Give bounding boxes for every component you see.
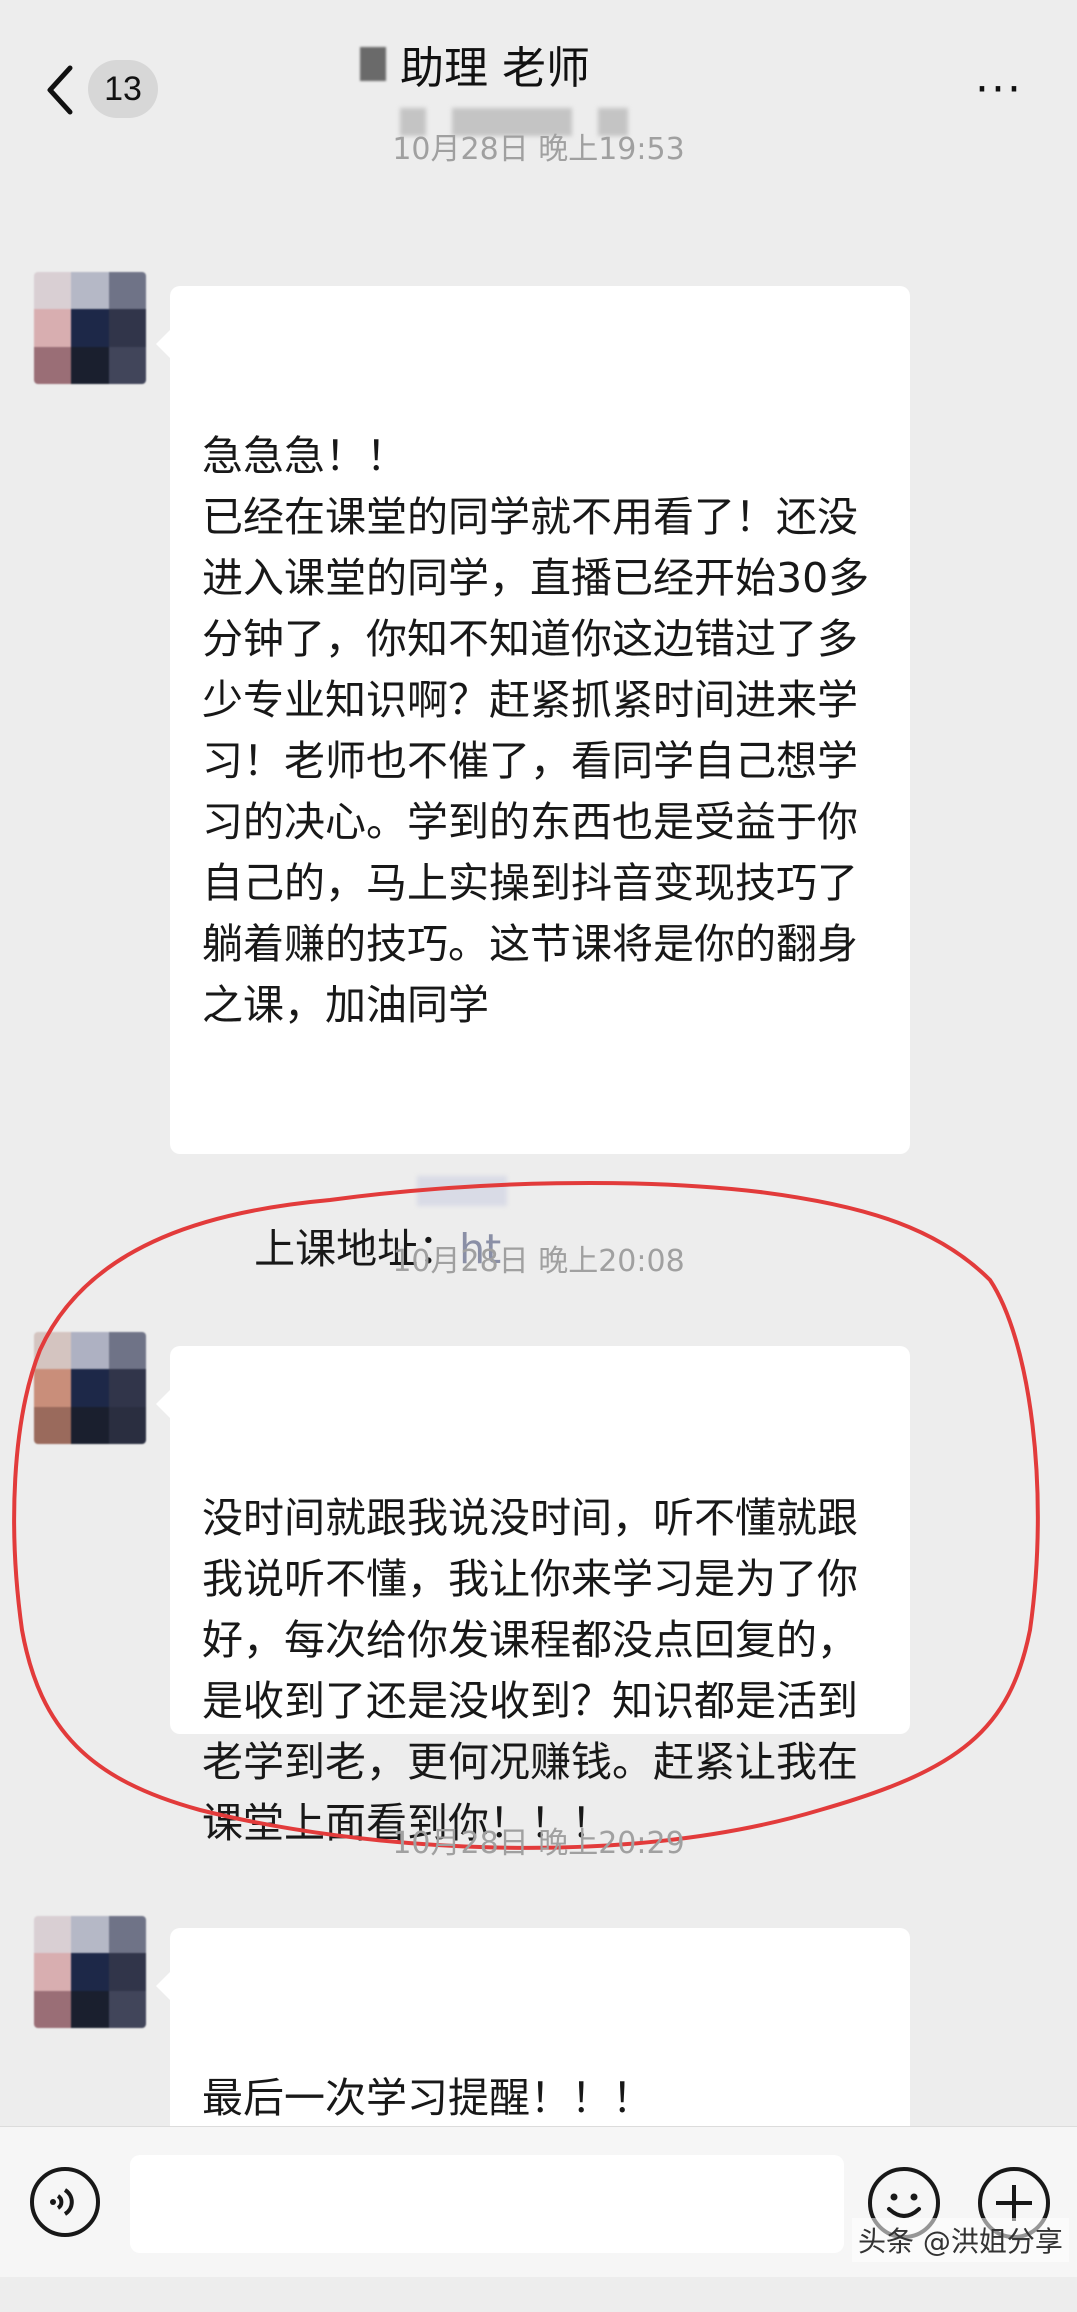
message-timestamp: 10月28日 晚上20:08	[392, 1244, 685, 1279]
title-mosaic	[360, 47, 386, 81]
chat-title: 助理 老师	[360, 34, 760, 94]
back-arrow-icon[interactable]	[40, 60, 80, 120]
unread-count-badge[interactable]: 13	[88, 60, 158, 118]
sender-avatar[interactable]	[34, 272, 146, 384]
watermark: 头条 @洪姐分享	[852, 2218, 1069, 2262]
message-text: 没时间就跟我说没时间，听不懂就跟我说听不懂，我让你来学习是为了你好，每次给你发课…	[202, 1494, 858, 1847]
message-timestamp: 10月28日 晚上20:29	[392, 1826, 685, 1861]
message-bubble[interactable]: 没时间就跟我说没时间，听不懂就跟我说听不懂，我让你来学习是为了你好，每次给你发课…	[156, 1346, 910, 1847]
sender-avatar[interactable]	[34, 1332, 146, 1444]
sender-avatar[interactable]	[34, 1916, 146, 2028]
course-url-line[interactable]: 上课地址：ht	[202, 1158, 880, 1273]
message-timestamp: 10月28日 晚上19:53	[392, 132, 685, 167]
voice-wave-icon	[50, 2188, 74, 2216]
chat-title-text: 助理 老师	[400, 43, 590, 94]
message-text: 急急急！！ 已经在课堂的同学就不用看了！还没进入课堂的同学，直播已经开始30多分…	[202, 432, 870, 1029]
message-bubble[interactable]: 急急急！！ 已经在课堂的同学就不用看了！还没进入课堂的同学，直播已经开始30多分…	[156, 286, 910, 1639]
message-input[interactable]	[130, 2155, 844, 2253]
more-options-button[interactable]: ···	[975, 68, 1035, 112]
message-bubble[interactable]: 最后一次学习提醒！！！ 同学不要雷打不动哦！抓紧时间进入学习！	[156, 1928, 910, 2244]
voice-icon[interactable]	[30, 2167, 100, 2237]
